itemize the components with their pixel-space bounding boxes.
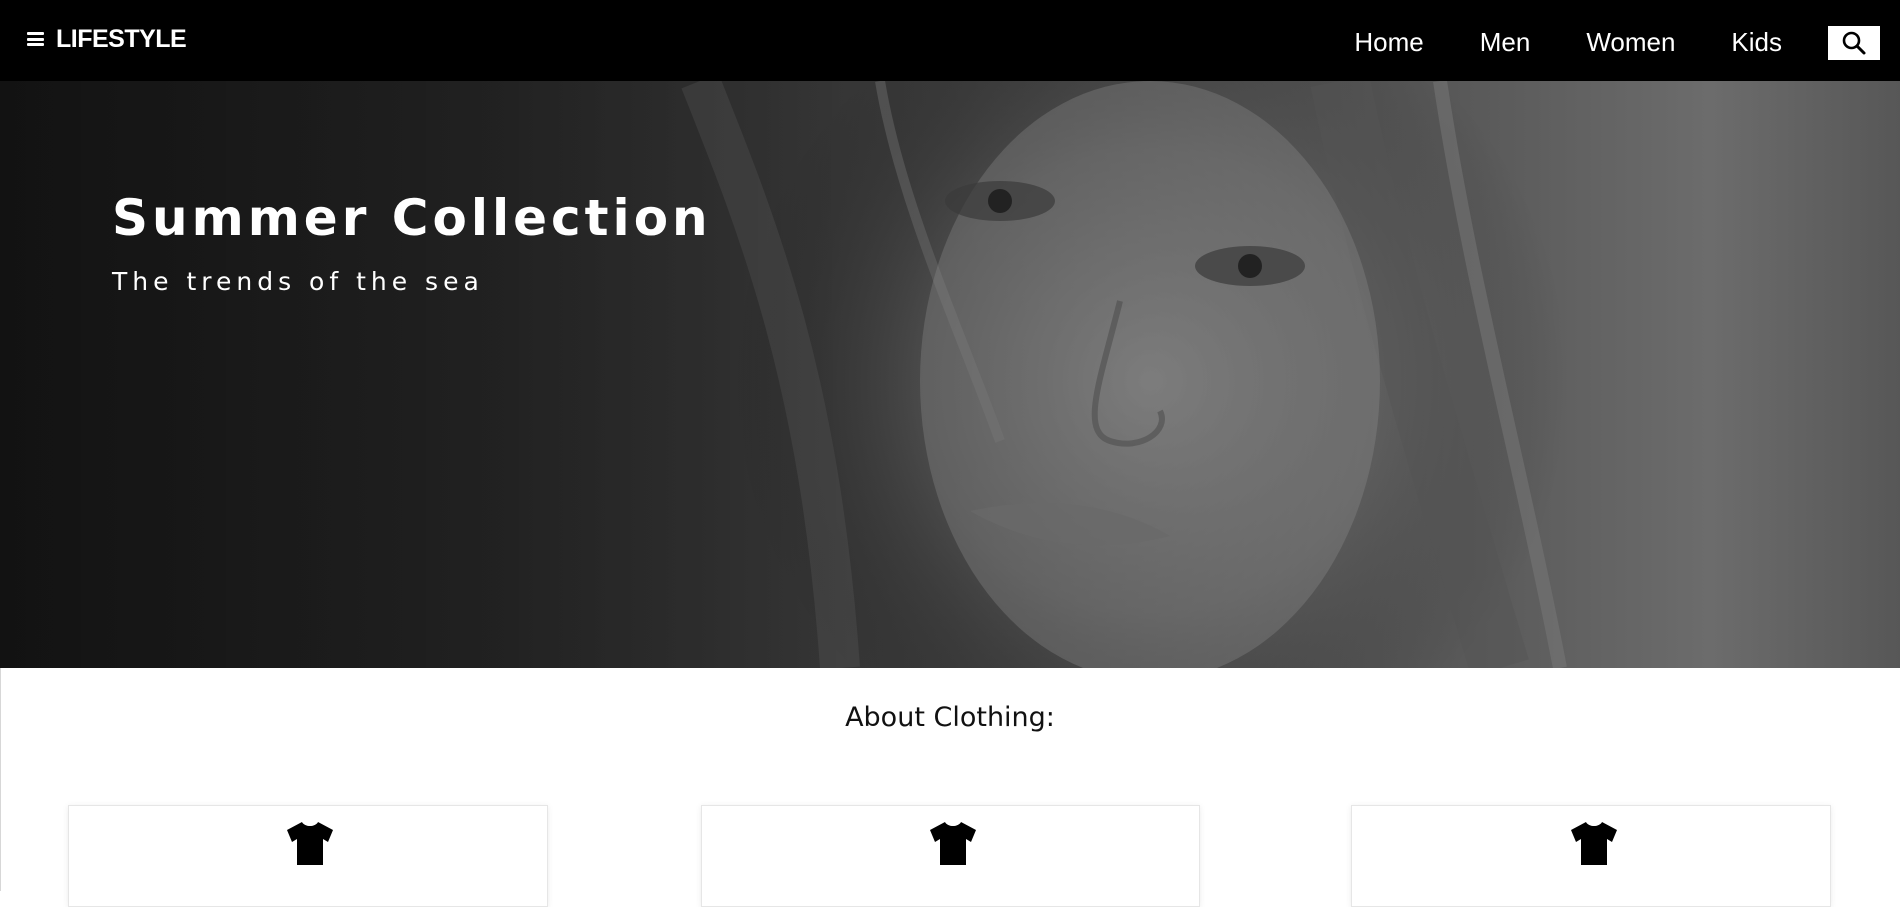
nav-link-women[interactable]: Women: [1586, 22, 1675, 62]
brand-menu-toggle[interactable]: LIFESTYLE: [27, 24, 187, 54]
tshirt-icon: [287, 821, 333, 865]
top-navbar: LIFESTYLE Home Men Women Kids: [0, 0, 1900, 81]
hero-subtitle: The trends of the sea: [112, 267, 484, 296]
about-heading: About Clothing:: [845, 702, 1055, 733]
hamburger-menu-icon[interactable]: [27, 32, 44, 46]
nav-link-men[interactable]: Men: [1480, 22, 1531, 62]
search-icon: [1842, 31, 1866, 55]
about-card: [1351, 805, 1831, 907]
brand-logo[interactable]: LIFESTYLE: [56, 25, 187, 54]
about-card: [701, 805, 1200, 907]
tshirt-icon: [930, 821, 976, 865]
nav-link-home[interactable]: Home: [1354, 22, 1423, 62]
hero-banner: Summer Collection The trends of the sea: [0, 81, 1900, 668]
main-nav: Home Men Women Kids: [1298, 22, 1782, 62]
search-button[interactable]: [1828, 26, 1880, 60]
about-card: [68, 805, 548, 907]
nav-link-kids[interactable]: Kids: [1731, 22, 1782, 62]
tshirt-icon: [1571, 821, 1617, 865]
hero-title: Summer Collection: [112, 189, 712, 247]
hero-portrait-image: [0, 81, 1900, 668]
